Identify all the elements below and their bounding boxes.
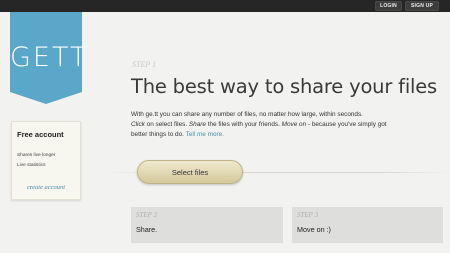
- description: With ge.tt you can share any number of f…: [131, 110, 443, 140]
- desc-with-friends: the files with your friends.: [205, 121, 282, 128]
- free-account-panel: Free account Shares live longer Live sta…: [11, 121, 81, 200]
- step-3-box: STEP 3 Move on :): [292, 207, 443, 243]
- step-2-label: STEP 2: [136, 211, 158, 219]
- feature-item: Live statistics: [17, 163, 46, 168]
- free-account-title: Free account: [17, 130, 64, 139]
- step-3-label: STEP 3: [297, 211, 319, 219]
- logo-text: GETT: [10, 42, 89, 73]
- desc-better-things: better things to do.: [131, 131, 184, 138]
- top-bar: LOGIN SIGN UP: [0, 0, 450, 12]
- desc-share: Share: [188, 121, 206, 128]
- page-title: The best way to share your files: [131, 75, 438, 98]
- step-3-text: Move on :): [297, 225, 331, 234]
- step-2-text: Share.: [136, 225, 158, 234]
- select-files-button[interactable]: Select files: [137, 160, 243, 184]
- desc-move-on: Move on: [281, 121, 307, 128]
- desc-click: Click: [131, 121, 145, 128]
- desc-select-files: on select files.: [144, 121, 189, 128]
- description-line-1: With ge.tt you can share any number of f…: [131, 111, 363, 118]
- create-account-link[interactable]: create account: [12, 184, 80, 191]
- login-button[interactable]: LOGIN: [375, 1, 402, 11]
- step-2-box: STEP 2 Share.: [131, 207, 283, 243]
- signup-button[interactable]: SIGN UP: [405, 1, 439, 11]
- desc-because: - because you've simply got: [306, 121, 387, 128]
- feature-item: Shares live longer: [17, 153, 56, 158]
- tell-me-more-link[interactable]: Tell me more.: [186, 131, 224, 138]
- description-line-2: Click on select files. Share the files w…: [131, 120, 443, 130]
- description-line-3: better things to do. Tell me more.: [131, 130, 443, 140]
- gett-logo[interactable]: GETT: [10, 12, 89, 104]
- step-1-label: STEP 1: [132, 60, 157, 69]
